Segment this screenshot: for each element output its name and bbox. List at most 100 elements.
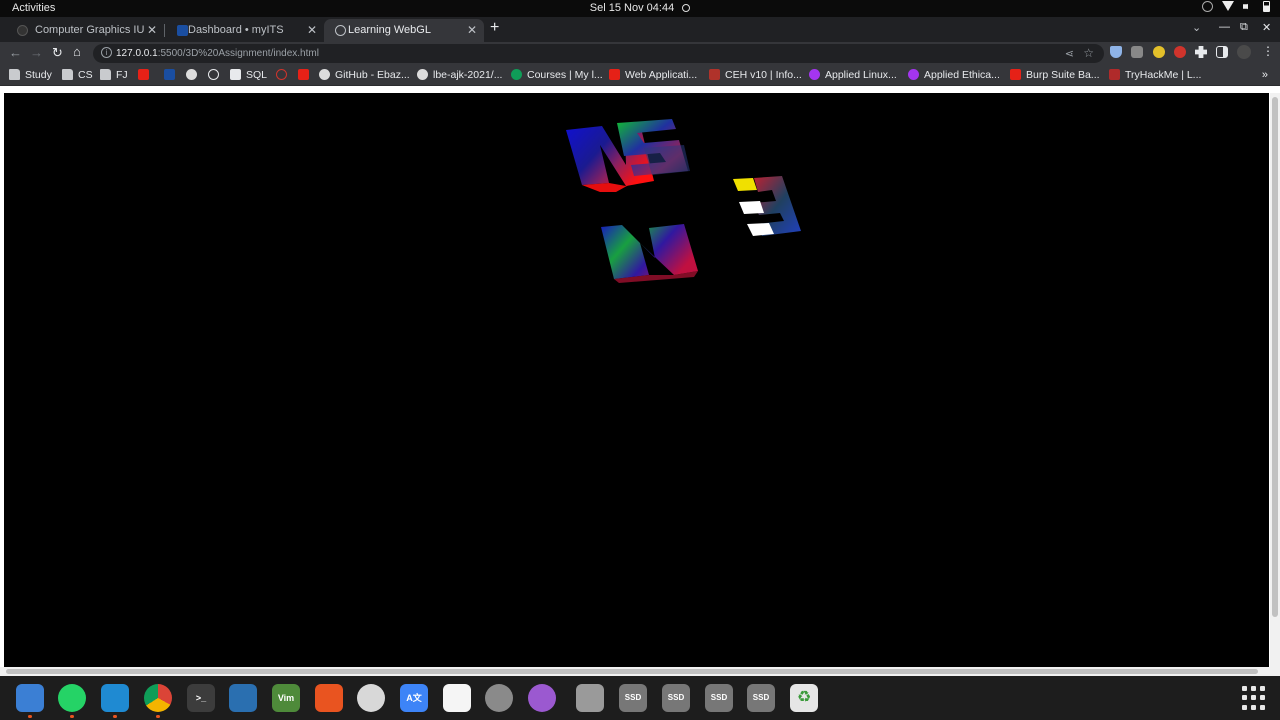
bookmark-youtube[interactable] <box>138 69 154 81</box>
chrome-app-icon[interactable] <box>144 684 172 712</box>
text-editor-app-icon[interactable] <box>443 684 471 712</box>
bookmark-fj[interactable]: FJ <box>100 69 128 81</box>
battery-icon[interactable] <box>1263 1 1270 12</box>
whatsapp-tray-icon[interactable] <box>1202 1 1213 12</box>
adblock-extension-icon[interactable] <box>1174 46 1186 58</box>
vertical-scrollbar-thumb[interactable] <box>1272 97 1278 617</box>
tor-app-icon[interactable] <box>528 684 556 712</box>
bookmark-lbe-ajk[interactable]: lbe-ajk-2021/... <box>417 69 502 81</box>
ssd-drive-2-icon[interactable]: SSD <box>662 684 690 712</box>
close-tab-icon[interactable]: ✕ <box>307 23 317 37</box>
myits-favicon-icon <box>177 25 188 36</box>
window-close-icon[interactable]: ✕ <box>1262 21 1271 34</box>
its-icon <box>164 69 175 80</box>
system-tray[interactable] <box>1202 1 1270 12</box>
address-bar[interactable]: i 127.0.0.1:5500/3D%20Assignment/index.h… <box>93 44 1104 63</box>
bookmark-cs[interactable]: CS <box>62 69 93 81</box>
webgl-canvas[interactable] <box>4 93 1269 667</box>
appcenter-app-icon[interactable] <box>357 684 385 712</box>
close-tab-icon[interactable]: ✕ <box>147 23 157 37</box>
vim-app-icon[interactable]: Vim <box>272 684 300 712</box>
bookmark-tryhackme[interactable]: TryHackMe | L... <box>1109 69 1201 81</box>
wifi-icon[interactable] <box>1222 1 1234 11</box>
tab-dashboard-myits[interactable]: Dashboard • myITS ✕ <box>166 19 324 42</box>
clock[interactable]: Sel 15 Nov 04:44 <box>0 2 1280 14</box>
ssd-drive-1-icon[interactable]: SSD <box>619 684 647 712</box>
horizontal-scrollbar-thumb[interactable] <box>6 669 1258 674</box>
udemy-icon <box>809 69 820 80</box>
ssd-drive-4-icon[interactable]: SSD <box>747 684 775 712</box>
bookmark-label: Courses | My l... <box>527 69 603 81</box>
tab-divider <box>164 24 165 37</box>
side-panel-icon[interactable] <box>1216 46 1228 58</box>
folder-icon <box>100 69 111 80</box>
site-info-icon[interactable]: i <box>101 47 112 58</box>
bookmark-nine[interactable] <box>208 69 224 81</box>
volume-icon[interactable] <box>1243 1 1251 12</box>
ceh-icon <box>709 69 720 80</box>
tab-computer-graphics[interactable]: Computer Graphics IUP 2 ✕ <box>6 19 164 42</box>
sql-icon <box>230 69 241 80</box>
ssd-drive-3-icon[interactable]: SSD <box>705 684 733 712</box>
back-icon[interactable]: ← <box>9 45 22 60</box>
bookmark-study[interactable]: Study <box>9 69 52 81</box>
youtube-icon <box>298 69 309 80</box>
courses-icon <box>511 69 522 80</box>
bookmarks-overflow-button[interactable]: » <box>1262 69 1268 81</box>
bookmark-applied-ethical[interactable]: Applied Ethica... <box>908 69 1000 81</box>
shield-extension-icon[interactable] <box>1110 46 1122 58</box>
bookmark-sql[interactable]: SQL <box>230 69 267 81</box>
terminal-app-icon[interactable]: >_ <box>187 684 215 712</box>
horizontal-scrollbar[interactable] <box>0 667 1280 676</box>
bookmark-web-applications[interactable]: Web Applicati... <box>609 69 697 81</box>
profile-avatar[interactable] <box>1237 45 1251 59</box>
close-tab-icon[interactable]: ✕ <box>467 23 477 37</box>
tab-title: Dashboard • myITS <box>188 24 284 36</box>
bookmarks-bar: Study CS FJ SQL GitHub - Ebaz... lbe-ajk… <box>0 65 1280 86</box>
translate-app-icon[interactable]: A文 <box>400 684 428 712</box>
bookmark-star-icon[interactable]: ☆ <box>1083 46 1094 60</box>
menu-kebab-icon[interactable]: ⋮ <box>1262 45 1274 58</box>
bookmark-github[interactable] <box>186 69 202 81</box>
forward-icon[interactable]: → <box>30 45 43 60</box>
share-icon[interactable]: ⋖ <box>1065 47 1074 60</box>
bookmark-courses[interactable]: Courses | My l... <box>511 69 603 81</box>
bookmark-burp-suite[interactable]: Burp Suite Ba... <box>1010 69 1100 81</box>
home-icon[interactable]: ⌂ <box>73 44 81 59</box>
page-viewport <box>0 86 1280 676</box>
bookmark-github-ebaz[interactable]: GitHub - Ebaz... <box>319 69 410 81</box>
tab-search-icon[interactable]: ⌄ <box>1192 21 1201 34</box>
whatsapp-app-icon[interactable] <box>58 684 86 712</box>
matlab-app-icon[interactable] <box>229 684 257 712</box>
reload-icon[interactable]: ↻ <box>52 45 63 61</box>
bookmark-label: Web Applicati... <box>625 69 698 81</box>
bookmark-ceh[interactable]: CEH v10 | Info... <box>709 69 802 81</box>
settings-app-icon[interactable] <box>485 684 513 712</box>
browser-toolbar: ← → ↻ ⌂ i 127.0.0.1:5500/3D%20Assignment… <box>0 42 1280 65</box>
new-tab-button[interactable]: + <box>490 19 499 37</box>
vertical-scrollbar[interactable] <box>1270 93 1280 667</box>
bookmark-youtube-2[interactable] <box>298 69 314 81</box>
webgl-scene <box>566 119 801 283</box>
bookmark-its[interactable] <box>164 69 180 81</box>
tab-learning-webgl[interactable]: Learning WebGL ✕ <box>324 19 484 42</box>
bookmark-label: CS <box>78 69 93 81</box>
vscode-app-icon[interactable] <box>101 684 129 712</box>
restore-icon[interactable]: ⧉ <box>1240 21 1248 34</box>
bookmark-applied-linux[interactable]: Applied Linux... <box>809 69 897 81</box>
trash-app-icon[interactable]: ♻ <box>790 684 818 712</box>
files-app-icon[interactable] <box>16 684 44 712</box>
extension-b-icon[interactable] <box>1153 46 1165 58</box>
extension-s-icon[interactable] <box>1131 46 1143 58</box>
system-top-bar: Activities Sel 15 Nov 04:44 <box>0 0 1280 17</box>
show-applications-icon[interactable] <box>1242 686 1266 710</box>
tab-title: Learning WebGL <box>348 24 431 36</box>
bookmark-pomodoro[interactable] <box>276 69 292 81</box>
tab-favicon-icon <box>17 25 28 36</box>
drive-app-icon[interactable] <box>576 684 604 712</box>
url-host: 127.0.0.1 <box>116 48 158 59</box>
3d-letter-e <box>733 176 801 236</box>
software-app-icon[interactable] <box>315 684 343 712</box>
3d-letter-1 <box>566 126 654 192</box>
minimize-icon[interactable]: — <box>1219 21 1230 33</box>
